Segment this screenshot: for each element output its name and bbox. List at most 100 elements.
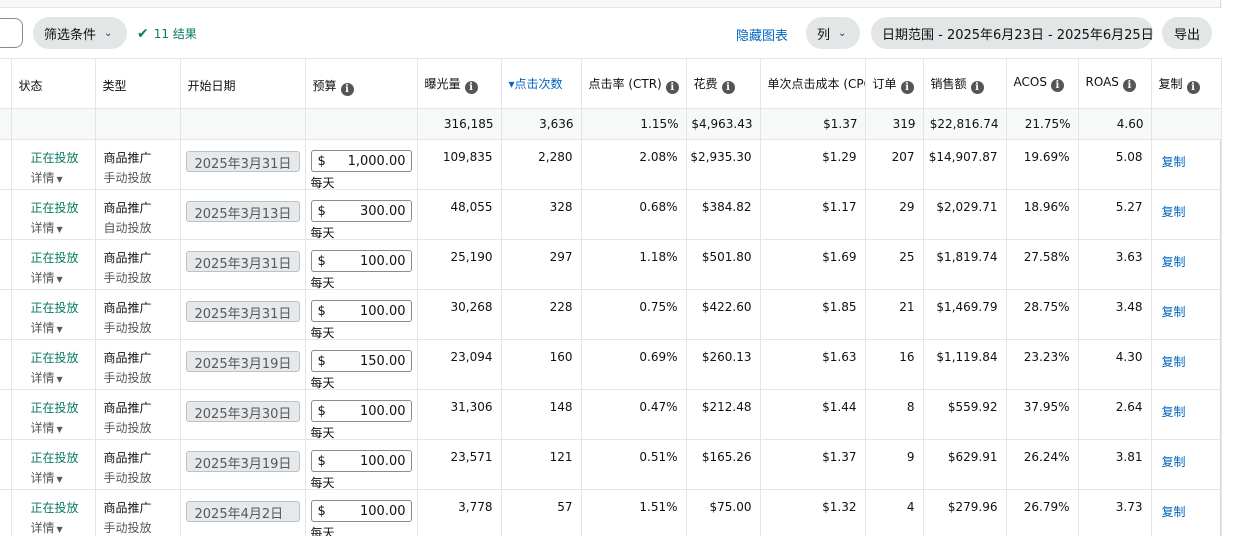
orders-cell: 207 [865,139,924,190]
budget-value: 150.00 [360,353,406,369]
budget-value: 100.00 [360,303,406,319]
details-dropdown[interactable]: 详情 ▼ [31,219,63,236]
info-icon[interactable]: i [1122,79,1136,92]
cpc-cell: $1.85 [760,289,866,340]
budget-input[interactable]: $ 100.00 [310,500,412,522]
budget-input[interactable]: $ 100.00 [310,250,412,272]
export-button[interactable]: 导出 [1162,17,1212,49]
header-type[interactable]: 类型 [95,58,181,109]
roas-cell: 3.81 [1078,439,1152,490]
budget-value: 100.00 [360,453,406,469]
campaign-type: 商品推广 [103,301,152,315]
campaign-type: 商品推广 [103,401,152,415]
type-cell: 商品推广 手动投放 [95,239,181,290]
info-icon[interactable]: i [1050,79,1064,92]
impressions-cell: 23,094 [417,339,502,390]
budget-input[interactable]: $ 100.00 [310,400,412,422]
copy-cell: 复制 [1151,489,1222,536]
header-status[interactable]: 状态 [11,58,96,109]
budget-input[interactable]: $ 1,000.00 [310,150,412,172]
status-dropdown[interactable]: 正在投放 [31,299,79,316]
status-cell: 正在投放 详情 ▼ [11,139,96,190]
details-dropdown[interactable]: 详情 ▼ [31,369,63,386]
table-row: 正在投放 详情 ▼ 商品推广 手动投放 2025年3月19日 $ 100.00 每… [0,439,1222,490]
header-orders[interactable]: 订单 i [865,58,924,109]
caret-down-icon: ▼ [56,475,63,484]
header-clicks-sorted[interactable]: ▾点击次数 [501,58,582,109]
search-input[interactable] [0,18,23,48]
budget-input[interactable]: $ 100.00 [310,450,412,472]
header-spend[interactable]: 花费 i [686,58,761,109]
header-impressions[interactable]: 曝光量 i [417,58,502,109]
budget-input[interactable]: $ 100.00 [310,300,412,322]
info-icon[interactable]: i [665,81,679,94]
header-start-date[interactable]: 开始日期 [180,58,306,109]
header-sales[interactable]: 销售额 i [923,58,1007,109]
header-cpc[interactable]: 单次点击成本 (CPC) [760,58,866,109]
status-dropdown[interactable]: 正在投放 [31,349,79,366]
details-dropdown[interactable]: 详情 ▼ [31,519,63,536]
budget-value: 100.00 [360,253,406,269]
details-dropdown[interactable]: 详情 ▼ [31,269,63,286]
campaign-type: 商品推广 [103,251,152,265]
totals-spend: $4,963.43 [686,108,761,140]
campaign-table: 状态 类型 开始日期 预算 i 曝光量 i ▾点击次数 点击率 (CTR) i 花费 i… [0,58,1222,536]
targeting-type: 自动投放 [103,221,152,235]
status-dropdown[interactable]: 正在投放 [31,499,79,516]
copy-link[interactable]: 复制 [1162,503,1186,520]
details-dropdown[interactable]: 详情 ▼ [31,169,63,186]
copy-link[interactable]: 复制 [1162,453,1186,470]
budget-cell: $ 300.00 每天 [305,189,418,240]
spend-cell: $260.13 [686,339,761,390]
copy-link[interactable]: 复制 [1162,403,1186,420]
row-select-cell [0,339,12,390]
status-dropdown[interactable]: 正在投放 [31,249,79,266]
header-acos[interactable]: ACOS i [1006,58,1079,109]
roas-cell: 3.63 [1078,239,1152,290]
info-icon[interactable]: i [340,83,354,96]
details-dropdown[interactable]: 详情 ▼ [31,419,63,436]
status-dropdown[interactable]: 正在投放 [31,149,79,166]
info-icon[interactable]: i [1186,81,1200,94]
status-dropdown[interactable]: 正在投放 [31,199,79,216]
targeting-type: 手动投放 [103,321,152,335]
copy-link[interactable]: 复制 [1162,203,1186,220]
copy-link[interactable]: 复制 [1162,303,1186,320]
info-icon[interactable]: i [970,81,984,94]
details-dropdown[interactable]: 详情 ▼ [31,319,63,336]
budget-input[interactable]: $ 150.00 [310,350,412,372]
copy-cell: 复制 [1151,189,1222,240]
header-ctr[interactable]: 点击率 (CTR) i [581,58,687,109]
totals-cell [180,108,306,140]
budget-value: 100.00 [360,403,406,419]
start-date-field: 2025年3月31日 [185,251,300,272]
status-dropdown[interactable]: 正在投放 [31,449,79,466]
results-count: ✔ 11 结果 [137,25,197,42]
header-roas[interactable]: ROAS i [1078,58,1152,109]
copy-link[interactable]: 复制 [1162,353,1186,370]
details-dropdown[interactable]: 详情 ▼ [31,469,63,486]
targeting-type: 手动投放 [103,521,152,535]
header-status-label: 状态 [18,79,43,93]
info-icon[interactable]: i [900,81,914,94]
sales-cell: $14,907.87 [923,139,1007,190]
start-date-cell: 2025年3月31日 [180,289,306,340]
copy-link[interactable]: 复制 [1162,153,1186,170]
filter-dropdown[interactable]: 筛选条件 ⌄ [33,17,127,49]
budget-input[interactable]: $ 300.00 [310,200,412,222]
acos-cell: 18.96% [1006,189,1079,240]
info-icon[interactable]: i [464,81,478,94]
info-icon[interactable]: i [721,81,735,94]
date-range-button[interactable]: 日期范围 - 2025年6月23日 - 2025年6月25日 [871,17,1154,49]
status-dropdown[interactable]: 正在投放 [31,399,79,416]
start-date-cell: 2025年3月19日 [180,439,306,490]
header-ctr-label: 点击率 (CTR) [588,77,662,91]
spend-cell: $422.60 [686,289,761,340]
totals-cell [95,108,181,140]
header-budget[interactable]: 预算 i [305,58,418,109]
hide-chart-link[interactable]: 隐藏图表 [736,25,788,44]
copy-link[interactable]: 复制 [1162,253,1186,270]
impressions-cell: 25,190 [417,239,502,290]
caret-down-icon: ▼ [56,275,63,284]
columns-dropdown[interactable]: 列 ⌄ [806,17,860,49]
